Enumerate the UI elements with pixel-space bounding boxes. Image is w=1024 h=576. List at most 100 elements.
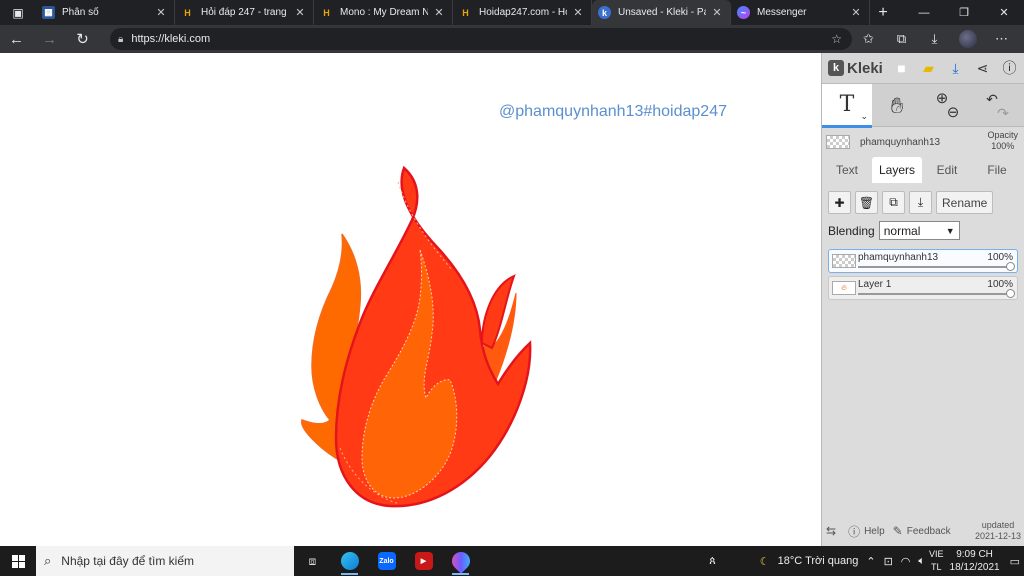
- language-indicator[interactable]: VIE TL: [929, 548, 944, 574]
- undo-icon[interactable]: ↶: [986, 92, 998, 106]
- tab-hoidap-3[interactable]: H Hoidap247.com - Hỏi... ✕: [453, 0, 592, 25]
- rename-button[interactable]: Rename: [936, 191, 994, 214]
- open-folder-icon[interactable]: ▰: [915, 56, 942, 80]
- close-window-icon[interactable]: ✕: [984, 0, 1024, 25]
- add-layer-button[interactable]: ✚: [828, 191, 851, 214]
- close-tab-icon[interactable]: ✕: [293, 6, 307, 19]
- network-icon[interactable]: ⊡: [884, 555, 893, 568]
- layer-actions: ✚ 🗑︎ ⧉ ⤓ Rename: [828, 191, 1018, 214]
- screen: ▣ ▦ Phân số ✕ H Hỏi đáp 247 - trang tr..…: [0, 0, 1024, 576]
- text-tool-button[interactable]: T ⌄: [822, 84, 872, 128]
- tab-edit[interactable]: Edit: [922, 157, 972, 183]
- slider-knob[interactable]: [1006, 289, 1015, 298]
- profile-avatar[interactable]: [959, 30, 977, 48]
- slider-knob[interactable]: [1006, 262, 1015, 271]
- delete-layer-button[interactable]: 🗑︎: [855, 191, 878, 214]
- duplicate-layer-button[interactable]: ⧉: [882, 191, 905, 214]
- help-button[interactable]: ⓘ Help: [848, 523, 885, 540]
- tab-messenger[interactable]: ~ Messenger ✕: [731, 0, 870, 25]
- layer-name: phamquynhanh13: [858, 252, 939, 263]
- back-icon[interactable]: ←: [0, 25, 33, 53]
- close-tab-icon[interactable]: ✕: [571, 6, 585, 19]
- zalo-icon[interactable]: Zalo: [368, 546, 405, 576]
- blending-row: Blending normal ▼: [828, 221, 1018, 240]
- layer-opacity-slider[interactable]: [858, 266, 1011, 268]
- notification-icon[interactable]: ▭: [1010, 555, 1020, 568]
- chevron-down-icon[interactable]: ⌄: [860, 111, 868, 122]
- zoom-out-icon[interactable]: ⊖: [947, 105, 960, 120]
- lang-bottom: TL: [931, 562, 942, 572]
- feedback-button[interactable]: ✎ Feedback: [893, 524, 951, 538]
- lock-icon[interactable]: 🔒︎: [118, 34, 123, 45]
- tab-title: Unsaved - Kleki - Paint...: [618, 7, 706, 18]
- hoidap-icon: H: [184, 7, 191, 18]
- help-icon[interactable]: ⓘ: [996, 56, 1023, 80]
- layer-opacity-slider[interactable]: [858, 293, 1011, 295]
- undo-redo-buttons: ↶ ↷: [972, 84, 1022, 128]
- close-tab-icon[interactable]: ✕: [432, 6, 446, 19]
- taskbar-search[interactable]: ⌕ Nhập tại đây để tìm kiếm: [36, 546, 294, 576]
- hand-tool-button[interactable]: ✋︎: [872, 84, 922, 128]
- blending-select[interactable]: normal ▼: [878, 221, 960, 240]
- layer-row-phamquynhanh13[interactable]: phamquynhanh13 100%: [828, 249, 1018, 273]
- tab-title: Hỏi đáp 247 - trang tr...: [201, 7, 289, 18]
- download-icon[interactable]: ⤓: [942, 56, 969, 80]
- weather-moon-icon[interactable]: ☾: [760, 555, 770, 568]
- kleki-side-panel: k Kleki ■ ▰ ⤓ ⋖ ⓘ T ⌄ ✋︎ ⊕ ⊖ ↶ ↷ phamquy…: [821, 53, 1024, 546]
- wifi-icon[interactable]: ◠: [901, 555, 911, 568]
- chevron-up-icon[interactable]: ⌃: [866, 555, 875, 568]
- kleki-logo-icon: k: [828, 60, 844, 76]
- blending-value: normal: [883, 223, 921, 238]
- layer-row-layer-1[interactable]: 🔥︎ Layer 1 100%: [828, 276, 1018, 300]
- url-text: https://kleki.com: [131, 33, 211, 45]
- tab-layers[interactable]: Layers: [872, 157, 922, 183]
- more-menu-icon[interactable]: ⋯: [985, 31, 1018, 47]
- redo-icon[interactable]: ↷: [997, 106, 1009, 120]
- swap-side-button[interactable]: ⇆: [826, 524, 840, 538]
- close-tab-icon[interactable]: ✕: [849, 6, 863, 19]
- updated-info[interactable]: updated 2021-12-13: [975, 520, 1021, 542]
- task-view-icon[interactable]: ⧈: [294, 546, 331, 576]
- tab-text[interactable]: Text: [822, 157, 872, 183]
- tab-hoidap-1[interactable]: H Hỏi đáp 247 - trang tr... ✕: [175, 0, 314, 25]
- new-image-icon[interactable]: ■: [888, 56, 915, 80]
- share-icon[interactable]: ⋖: [969, 56, 996, 80]
- collections-icon[interactable]: ⧉: [885, 31, 918, 47]
- tab-kleki[interactable]: k Unsaved - Kleki - Paint... ✕: [592, 0, 731, 25]
- drawing-canvas[interactable]: @phamquynhanh13#hoidap247: [0, 53, 822, 546]
- new-tab-button[interactable]: +: [870, 4, 896, 22]
- start-button[interactable]: [0, 546, 36, 576]
- edge-icon[interactable]: [331, 546, 368, 576]
- close-tab-icon[interactable]: ✕: [710, 6, 724, 19]
- add-favorite-icon[interactable]: ☆: [831, 32, 842, 46]
- video-app-icon[interactable]: ▶: [405, 546, 442, 576]
- volume-icon[interactable]: 🔈︎: [918, 555, 925, 568]
- restore-icon[interactable]: ❐: [944, 0, 984, 25]
- merge-layer-button[interactable]: ⤓: [909, 191, 932, 214]
- close-tab-icon[interactable]: ✕: [154, 6, 168, 19]
- minimize-icon[interactable]: —: [904, 0, 944, 25]
- tab-hoidap-2[interactable]: H Mono : My Dream NL... ✕: [314, 0, 453, 25]
- paint-app-icon[interactable]: [442, 546, 479, 576]
- clock[interactable]: 9:09 CH 18/12/2021: [950, 548, 1000, 574]
- feedback-label: Feedback: [906, 525, 951, 537]
- panel-footer: ⇆ ⓘ Help ✎ Feedback updated 2021-12-13: [822, 516, 1024, 546]
- plus-icon: ✚: [834, 195, 845, 210]
- downloads-icon[interactable]: ⤓: [918, 31, 951, 47]
- updated-label: updated: [981, 520, 1015, 530]
- people-icon[interactable]: ጰ: [709, 555, 716, 568]
- hand-icon: ✋︎: [890, 93, 904, 118]
- refresh-icon[interactable]: ↻: [66, 25, 99, 53]
- hoidap-icon: H: [462, 7, 469, 18]
- tab-file[interactable]: File: [972, 157, 1022, 183]
- favorites-icon[interactable]: ✩: [852, 31, 885, 47]
- calculator-icon: ▦: [42, 6, 55, 19]
- kleki-logo[interactable]: k Kleki: [828, 60, 888, 77]
- forward-icon[interactable]: →: [33, 25, 66, 53]
- tab-actions-icon[interactable]: ▣: [0, 0, 36, 25]
- blending-label: Blending: [828, 223, 875, 238]
- tab-phan-so[interactable]: ▦ Phân số ✕: [36, 0, 175, 25]
- address-bar[interactable]: 🔒︎ https://kleki.com ☆: [110, 28, 852, 50]
- weather-text[interactable]: 18°C Trời quang: [778, 555, 859, 567]
- merge-down-icon: ⤓: [917, 195, 924, 209]
